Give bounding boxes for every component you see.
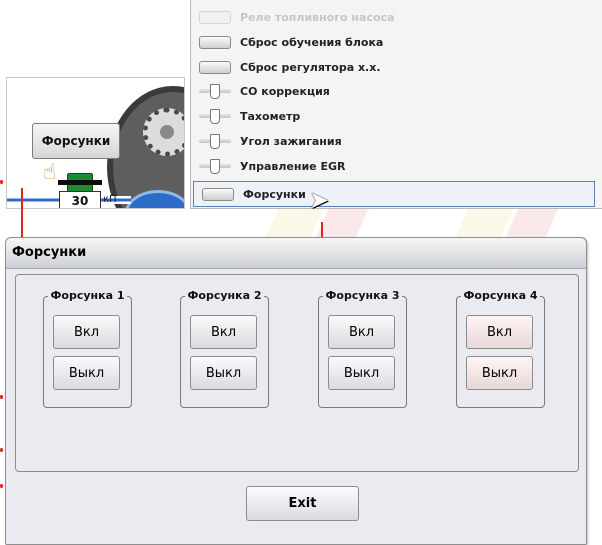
menu-item-egr-control[interactable]: Управление EGR — [191, 155, 596, 177]
injector-3-title: Форсунка 3 — [323, 289, 402, 302]
gear-icon — [143, 108, 184, 156]
arrow-cursor-icon: ➤ — [309, 186, 330, 214]
injector-3-on-button[interactable]: Вкл — [328, 315, 395, 349]
injector-4-group: Форсунка 4 Вкл Выкл — [456, 289, 545, 408]
menu-item-label: Угол зажигания — [240, 134, 342, 148]
injector-2-off-button[interactable]: Выкл — [190, 356, 257, 390]
edge-marker — [0, 484, 3, 488]
menu-item-ignition-angle[interactable]: Угол зажигания — [191, 130, 596, 152]
injector-2-on-button[interactable]: Вкл — [190, 315, 257, 349]
valve-indicator-icon — [199, 84, 231, 99]
led-indicator-icon — [199, 10, 231, 24]
valve-indicator-icon — [199, 109, 231, 124]
dialog-title: Форсунки — [6, 238, 586, 269]
injector-1-group: Форсунка 1 Вкл Выкл — [43, 289, 132, 408]
hand-pointer-icon: ☝ — [43, 160, 57, 185]
injector-2-title: Форсунка 2 — [185, 289, 264, 302]
exit-button[interactable]: Exit — [246, 486, 359, 521]
illustration-injectors-button[interactable]: Форсунки — [32, 123, 120, 159]
injector-2-group: Форсунка 2 Вкл Выкл — [180, 289, 269, 408]
menu-item-label: Форсунки — [243, 187, 306, 201]
injector-4-on-button[interactable]: Вкл — [466, 315, 533, 349]
menu-item-label: Реле топливного насоса — [240, 10, 395, 24]
actuator-menu: Реле топливного насоса Сброс обучения бл… — [190, 0, 602, 209]
menu-item-co-correction[interactable]: CO коррекция — [191, 80, 596, 102]
menu-item-label: CO коррекция — [240, 84, 330, 98]
led-indicator-icon — [202, 187, 234, 201]
edge-marker — [0, 448, 3, 452]
menu-item-reset-learning[interactable]: Сброс обучения блока — [191, 31, 596, 53]
edge-marker — [0, 180, 3, 184]
illustration-unit: кП — [103, 194, 117, 205]
illustration-value: 30 — [59, 191, 101, 208]
edge-marker — [0, 395, 3, 399]
menu-item-fuel-pump-relay[interactable]: Реле топливного насоса — [191, 6, 596, 28]
nozzle-icon — [58, 173, 102, 193]
injector-3-group: Форсунка 3 Вкл Выкл — [318, 289, 407, 408]
led-indicator-icon — [199, 35, 231, 49]
menu-item-label: Управление EGR — [240, 159, 346, 173]
led-indicator-icon — [199, 60, 231, 74]
valve-indicator-icon — [199, 134, 231, 149]
injector-4-off-button[interactable]: Выкл — [466, 356, 533, 390]
injector-1-off-button[interactable]: Выкл — [53, 356, 120, 390]
injector-1-title: Форсунка 1 — [48, 289, 127, 302]
engine-illustration: Форсунки ☝ 30 кП — [6, 77, 185, 209]
injector-3-off-button[interactable]: Выкл — [328, 356, 395, 390]
valve-indicator-icon — [199, 159, 231, 174]
menu-item-label: Сброс обучения блока — [240, 35, 384, 49]
injector-4-title: Форсунка 4 — [461, 289, 540, 302]
menu-item-label: Сброс регулятора х.х. — [240, 60, 381, 74]
injectors-dialog: Форсунки Форсунка 1 Вкл Выкл Форсунка 2 … — [5, 237, 587, 545]
menu-item-tachometer[interactable]: Тахометр — [191, 105, 596, 127]
menu-item-reset-idle-regulator[interactable]: Сброс регулятора х.х. — [191, 56, 596, 78]
menu-item-injectors[interactable]: Форсунки — [193, 181, 595, 207]
injector-1-on-button[interactable]: Вкл — [53, 315, 120, 349]
menu-item-label: Тахометр — [240, 109, 301, 123]
